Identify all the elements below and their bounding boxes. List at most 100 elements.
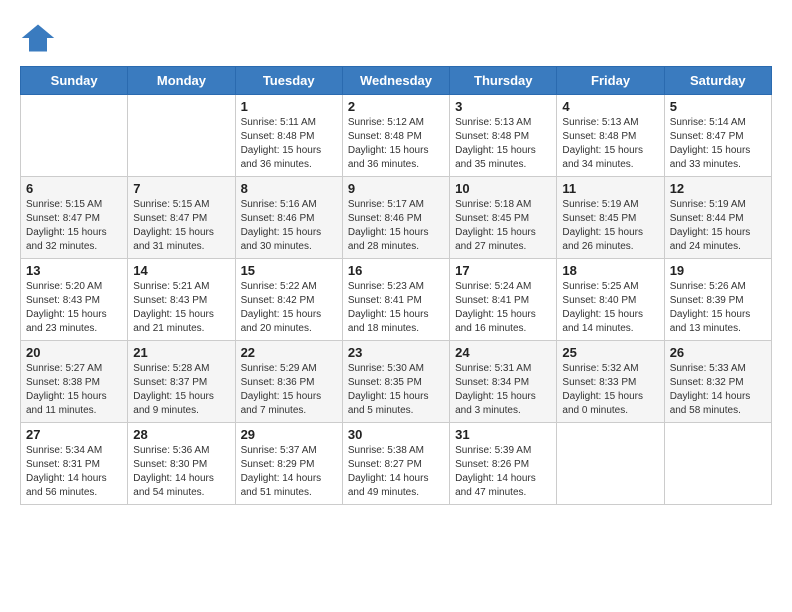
day-info: Sunrise: 5:19 AM Sunset: 8:44 PM Dayligh… (670, 198, 766, 254)
day-header-sunday: Sunday (21, 67, 128, 95)
calendar-week-5: 27Sunrise: 5:34 AM Sunset: 8:31 PM Dayli… (21, 423, 772, 505)
day-info: Sunrise: 5:37 AM Sunset: 8:29 PM Dayligh… (241, 444, 337, 500)
day-info: Sunrise: 5:19 AM Sunset: 8:45 PM Dayligh… (562, 198, 658, 254)
day-number: 12 (670, 181, 766, 196)
day-info: Sunrise: 5:27 AM Sunset: 8:38 PM Dayligh… (26, 362, 122, 418)
calendar-cell: 20 Sunrise: 5:27 AM Sunset: 8:38 PM Dayli… (21, 341, 128, 423)
calendar-cell: 18 Sunrise: 5:25 AM Sunset: 8:40 PM Dayli… (557, 259, 664, 341)
day-number: 2 (348, 99, 444, 114)
calendar-cell (128, 95, 235, 177)
calendar-cell: 13 Sunrise: 5:20 AM Sunset: 8:43 PM Dayli… (21, 259, 128, 341)
day-header-wednesday: Wednesday (342, 67, 449, 95)
day-number: 5 (670, 99, 766, 114)
calendar-cell: 1 Sunrise: 5:11 AM Sunset: 8:48 PM Daylig… (235, 95, 342, 177)
calendar-cell (21, 95, 128, 177)
day-info: Sunrise: 5:23 AM Sunset: 8:41 PM Dayligh… (348, 280, 444, 336)
day-info: Sunrise: 5:17 AM Sunset: 8:46 PM Dayligh… (348, 198, 444, 254)
day-number: 3 (455, 99, 551, 114)
day-info: Sunrise: 5:16 AM Sunset: 8:46 PM Dayligh… (241, 198, 337, 254)
day-number: 25 (562, 345, 658, 360)
day-number: 20 (26, 345, 122, 360)
day-number: 18 (562, 263, 658, 278)
day-number: 21 (133, 345, 229, 360)
day-number: 15 (241, 263, 337, 278)
day-info: Sunrise: 5:26 AM Sunset: 8:39 PM Dayligh… (670, 280, 766, 336)
calendar-cell: 30 Sunrise: 5:38 AM Sunset: 8:27 PM Dayli… (342, 423, 449, 505)
calendar-cell: 5 Sunrise: 5:14 AM Sunset: 8:47 PM Daylig… (664, 95, 771, 177)
day-info: Sunrise: 5:29 AM Sunset: 8:36 PM Dayligh… (241, 362, 337, 418)
day-number: 28 (133, 427, 229, 442)
day-number: 1 (241, 99, 337, 114)
calendar-cell: 6 Sunrise: 5:15 AM Sunset: 8:47 PM Daylig… (21, 177, 128, 259)
day-header-tuesday: Tuesday (235, 67, 342, 95)
day-info: Sunrise: 5:11 AM Sunset: 8:48 PM Dayligh… (241, 116, 337, 172)
calendar-cell: 2Sunrise: 5:12 AM Sunset: 8:48 PM Daylig… (342, 95, 449, 177)
day-info: Sunrise: 5:36 AM Sunset: 8:30 PM Dayligh… (133, 444, 229, 500)
day-number: 14 (133, 263, 229, 278)
calendar-header-row: SundayMondayTuesdayWednesdayThursdayFrid… (21, 67, 772, 95)
day-info: Sunrise: 5:22 AM Sunset: 8:42 PM Dayligh… (241, 280, 337, 336)
day-info: Sunrise: 5:20 AM Sunset: 8:43 PM Dayligh… (26, 280, 122, 336)
day-header-thursday: Thursday (450, 67, 557, 95)
calendar-cell: 22 Sunrise: 5:29 AM Sunset: 8:36 PM Dayli… (235, 341, 342, 423)
day-number: 6 (26, 181, 122, 196)
day-info: Sunrise: 5:15 AM Sunset: 8:47 PM Dayligh… (26, 198, 122, 254)
calendar-cell: 21 Sunrise: 5:28 AM Sunset: 8:37 PM Dayli… (128, 341, 235, 423)
day-number: 17 (455, 263, 551, 278)
calendar-week-3: 13 Sunrise: 5:20 AM Sunset: 8:43 PM Dayli… (21, 259, 772, 341)
calendar-cell: 17 Sunrise: 5:24 AM Sunset: 8:41 PM Dayli… (450, 259, 557, 341)
day-info: Sunrise: 5:13 AM Sunset: 8:48 PM Dayligh… (562, 116, 658, 172)
calendar-cell: 12 Sunrise: 5:19 AM Sunset: 8:44 PM Dayli… (664, 177, 771, 259)
calendar-week-2: 6 Sunrise: 5:15 AM Sunset: 8:47 PM Daylig… (21, 177, 772, 259)
calendar-cell: 15 Sunrise: 5:22 AM Sunset: 8:42 PM Dayli… (235, 259, 342, 341)
day-info: Sunrise: 5:34 AM Sunset: 8:31 PM Dayligh… (26, 444, 122, 500)
day-number: 19 (670, 263, 766, 278)
day-number: 22 (241, 345, 337, 360)
logo (20, 20, 60, 56)
calendar-cell: 14Sunrise: 5:21 AM Sunset: 8:43 PM Dayli… (128, 259, 235, 341)
calendar-cell: 26 Sunrise: 5:33 AM Sunset: 8:32 PM Dayli… (664, 341, 771, 423)
day-info: Sunrise: 5:38 AM Sunset: 8:27 PM Dayligh… (348, 444, 444, 500)
day-info: Sunrise: 5:18 AM Sunset: 8:45 PM Dayligh… (455, 198, 551, 254)
calendar-cell: 11 Sunrise: 5:19 AM Sunset: 8:45 PM Dayli… (557, 177, 664, 259)
day-number: 16 (348, 263, 444, 278)
day-info: Sunrise: 5:30 AM Sunset: 8:35 PM Dayligh… (348, 362, 444, 418)
day-header-friday: Friday (557, 67, 664, 95)
calendar-cell: 31 Sunrise: 5:39 AM Sunset: 8:26 PM Dayli… (450, 423, 557, 505)
day-number: 26 (670, 345, 766, 360)
day-header-monday: Monday (128, 67, 235, 95)
calendar-cell: 3 Sunrise: 5:13 AM Sunset: 8:48 PM Daylig… (450, 95, 557, 177)
calendar-cell: 8 Sunrise: 5:16 AM Sunset: 8:46 PM Daylig… (235, 177, 342, 259)
day-info: Sunrise: 5:15 AM Sunset: 8:47 PM Dayligh… (133, 198, 229, 254)
logo-icon (20, 20, 56, 56)
day-info: Sunrise: 5:39 AM Sunset: 8:26 PM Dayligh… (455, 444, 551, 500)
calendar-cell: 16 Sunrise: 5:23 AM Sunset: 8:41 PM Dayli… (342, 259, 449, 341)
calendar-cell: 24Sunrise: 5:31 AM Sunset: 8:34 PM Dayli… (450, 341, 557, 423)
calendar-cell (557, 423, 664, 505)
day-info: Sunrise: 5:13 AM Sunset: 8:48 PM Dayligh… (455, 116, 551, 172)
calendar-cell (664, 423, 771, 505)
calendar-week-4: 20 Sunrise: 5:27 AM Sunset: 8:38 PM Dayli… (21, 341, 772, 423)
day-number: 30 (348, 427, 444, 442)
day-info: Sunrise: 5:31 AM Sunset: 8:34 PM Dayligh… (455, 362, 551, 418)
calendar-cell: 10Sunrise: 5:18 AM Sunset: 8:45 PM Dayli… (450, 177, 557, 259)
day-info: Sunrise: 5:33 AM Sunset: 8:32 PM Dayligh… (670, 362, 766, 418)
calendar-cell: 29Sunrise: 5:37 AM Sunset: 8:29 PM Dayli… (235, 423, 342, 505)
day-number: 7 (133, 181, 229, 196)
calendar-cell: 4 Sunrise: 5:13 AM Sunset: 8:48 PM Daylig… (557, 95, 664, 177)
day-number: 23 (348, 345, 444, 360)
day-number: 31 (455, 427, 551, 442)
day-info: Sunrise: 5:14 AM Sunset: 8:47 PM Dayligh… (670, 116, 766, 172)
day-number: 4 (562, 99, 658, 114)
day-number: 8 (241, 181, 337, 196)
calendar-cell: 7 Sunrise: 5:15 AM Sunset: 8:47 PM Daylig… (128, 177, 235, 259)
day-number: 11 (562, 181, 658, 196)
calendar-cell: 23 Sunrise: 5:30 AM Sunset: 8:35 PM Dayli… (342, 341, 449, 423)
page-header (20, 20, 772, 56)
calendar-cell: 25Sunrise: 5:32 AM Sunset: 8:33 PM Dayli… (557, 341, 664, 423)
day-info: Sunrise: 5:25 AM Sunset: 8:40 PM Dayligh… (562, 280, 658, 336)
day-header-saturday: Saturday (664, 67, 771, 95)
day-info: Sunrise: 5:28 AM Sunset: 8:37 PM Dayligh… (133, 362, 229, 418)
day-info: Sunrise: 5:24 AM Sunset: 8:41 PM Dayligh… (455, 280, 551, 336)
day-number: 13 (26, 263, 122, 278)
